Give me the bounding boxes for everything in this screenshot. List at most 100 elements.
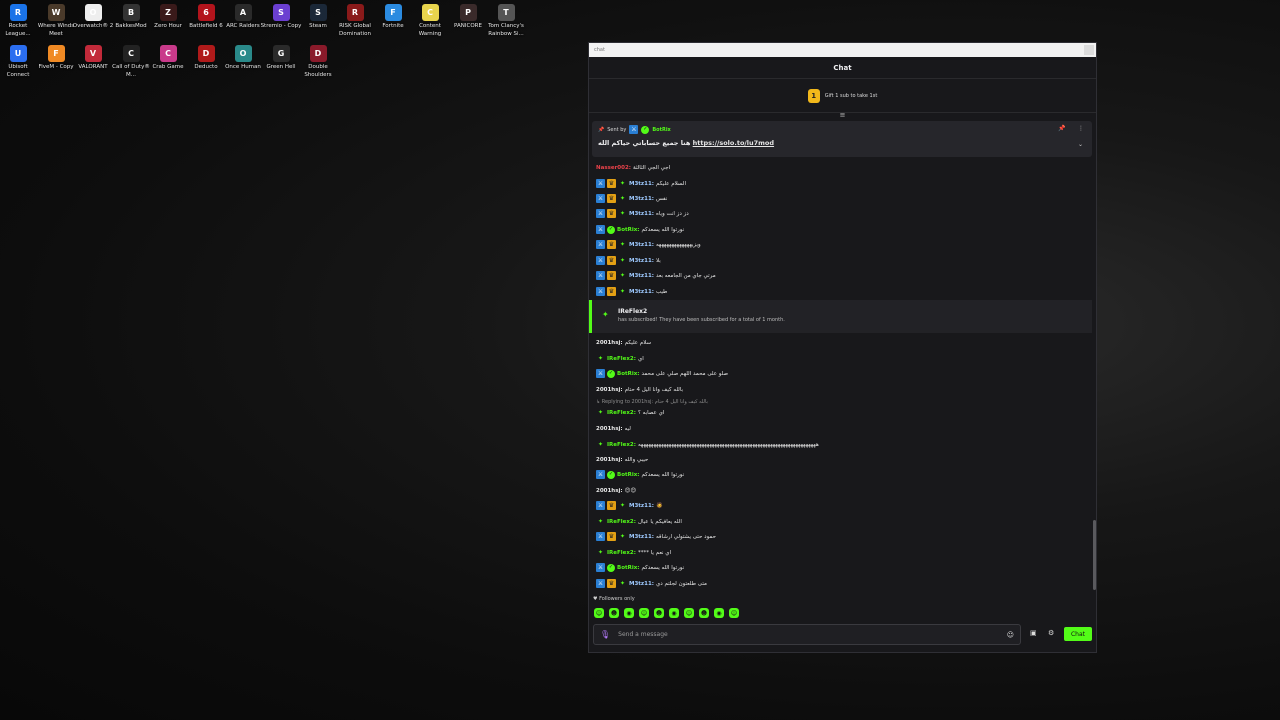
chat-username[interactable]: M3tz11: [629, 211, 654, 217]
desktop-icon[interactable]: C Call of Duty® M... [112, 45, 150, 79]
desktop-icon[interactable]: C Crab Game [149, 45, 187, 72]
microphone-icon[interactable]: 🎙 [600, 630, 610, 639]
reply-preview[interactable]: ↳ Replying to 2001hsj: بالله كيف وانا ال… [596, 399, 708, 405]
desktop-icon[interactable]: F Fortnite [374, 4, 412, 31]
chat-username[interactable]: M3tz11: [629, 289, 654, 295]
emote-icon[interactable]: ◉ [714, 608, 724, 618]
desktop-icon-label: Call of Duty® M... [112, 64, 150, 78]
app-icon: W [47, 4, 65, 21]
chat-username[interactable]: 2001hsj: [596, 340, 623, 346]
emote-icon[interactable]: ◉ [669, 608, 679, 618]
desktop-icon[interactable]: R Rocket League... [0, 4, 37, 38]
emote-icon[interactable]: ☺ [729, 608, 739, 618]
quick-emotes: ☺ ☻ ◉ ☺ ☻ ◉ ☺ ☻ ◉ ☺ [594, 608, 739, 618]
pinned-link[interactable]: https://solo.to/lu7mod [693, 139, 774, 147]
chat-username[interactable]: M3tz11: [629, 181, 654, 187]
pin-toggle-icon[interactable]: 📌 [1058, 125, 1065, 132]
desktop-icon-label: Content Warning [418, 23, 442, 37]
chat-username[interactable]: BotRix: [617, 472, 639, 478]
desktop-icon[interactable]: V VALORANT [74, 45, 112, 72]
chat-text: سلام عليكم [624, 339, 652, 346]
more-options-icon[interactable]: ⋮ [1078, 125, 1084, 132]
desktop-icon[interactable]: F FiveM - Copy [37, 45, 75, 72]
emote-icon[interactable]: ☻ [699, 608, 709, 618]
desktop-icon[interactable]: C Content Warning [411, 4, 449, 38]
gift-leaderboard[interactable]: 1 Gift 1 sub to take 1st ≡ [589, 79, 1096, 119]
chat-message: ⚔ ♛ ✦ M3tz11: مرتي جاي من الجامعه بعد [596, 270, 716, 281]
desktop-icon[interactable]: S Steam [299, 4, 337, 31]
pinned-text: https://solo.to/lu7mod هنا جميع حساباتي … [598, 139, 1086, 147]
desktop-icon[interactable]: W Where Winds Meet [37, 4, 75, 38]
desktop-icons: R Rocket League... W Where Winds Meet O Overw… [0, 0, 540, 90]
chat-username[interactable]: IReFlex2: [607, 519, 636, 525]
chat-message: 2001hsj: 😊😊 [596, 485, 636, 496]
chat-username[interactable]: BotRix: [617, 565, 639, 571]
chat-username[interactable]: 2001hsj: [596, 457, 623, 463]
chat-text: 🧔 [655, 502, 663, 509]
send-chat-button[interactable]: Chat [1064, 627, 1092, 641]
message-input[interactable] [618, 631, 999, 638]
desktop-icon[interactable]: P PANICORE [449, 4, 487, 31]
desktop-icon[interactable]: D Deducto [187, 45, 225, 72]
chat-message: ✦ IReFlex2: اي [596, 353, 644, 364]
moderator-badge-icon: ⚔ [596, 470, 605, 479]
desktop-icon[interactable]: Z Zero Hour [149, 4, 187, 31]
desktop-icon[interactable]: A ARC Raiders [224, 4, 262, 31]
desktop-icon[interactable]: O Overwatch® 2 [73, 4, 113, 31]
close-icon[interactable] [1084, 45, 1094, 55]
desktop-icon[interactable]: 6 Battlefield 6 [187, 4, 225, 31]
emote-icon[interactable]: ☺ [594, 608, 604, 618]
emote-icon[interactable]: ☻ [654, 608, 664, 618]
chat-username[interactable]: IReFlex2: [607, 442, 636, 448]
emote-icon[interactable]: ☻ [609, 608, 619, 618]
chevron-down-icon[interactable]: ⌄ [1078, 141, 1083, 148]
chat-username[interactable]: M3tz11: [629, 196, 654, 202]
chat-text: حمود حتى يشتولي ارشاقه [655, 533, 716, 540]
desktop-icon[interactable]: U Ubisoft Connect [0, 45, 37, 79]
chat-username[interactable]: M3tz11: [629, 242, 654, 248]
desktop-icon[interactable]: T Tom Clancy's Rainbow Si... [487, 4, 525, 38]
chat-message: ⚔ ♛ ✦ M3tz11: ويزيهههههههههههههه [596, 239, 701, 250]
emoji-picker-icon[interactable]: ☺ [1007, 631, 1014, 639]
subscriber-name[interactable]: IReFlex2 [618, 308, 1082, 315]
chat-username[interactable]: M3tz11: [629, 273, 654, 279]
chat-username[interactable]: BotRix: [617, 227, 639, 233]
chat-username[interactable]: IReFlex2: [607, 410, 636, 416]
pinned-sender[interactable]: BotRix [652, 127, 670, 133]
expand-chevron-icon[interactable]: ≡ [589, 112, 1096, 119]
chat-scrollbar[interactable] [1093, 520, 1096, 590]
desktop-icon[interactable]: O Once Human [224, 45, 262, 72]
app-icon: A [234, 4, 252, 21]
app-icon: 6 [197, 4, 215, 21]
chat-username[interactable]: M3tz11: [629, 534, 654, 540]
chat-username[interactable]: M3tz11: [629, 581, 654, 587]
desktop-icon[interactable]: R RISK Global Domination [336, 4, 374, 38]
chat-username[interactable]: M3tz11: [629, 258, 654, 264]
chat-username[interactable]: 2001hsj: [596, 387, 623, 393]
chat-username[interactable]: IReFlex2: [607, 356, 636, 362]
store-icon[interactable]: ▣ [1030, 629, 1037, 637]
subscriber-badge-icon: ✦ [619, 533, 626, 540]
chat-username[interactable]: Nasser002: [596, 165, 631, 171]
chat-username[interactable]: M3tz11: [629, 503, 654, 509]
emote-icon[interactable]: ☺ [684, 608, 694, 618]
desktop-icon[interactable]: D Double Shoulders [299, 45, 337, 79]
gift-text: Gift 1 sub to take 1st [824, 92, 878, 99]
chat-username[interactable]: 2001hsj: [596, 426, 623, 432]
chat-username[interactable]: 2001hsj: [596, 488, 623, 494]
emote-icon[interactable]: ◉ [624, 608, 634, 618]
chat-message: ⚔ ♛ ✦ M3tz11: دز دز انت وياه [596, 208, 689, 219]
chat-text: حيبي والله [624, 456, 649, 463]
desktop-icon-label: Battlefield 6 [189, 23, 223, 29]
desktop-icon[interactable]: B BakkesMod [112, 4, 150, 31]
verified-badge-icon: ✓ [607, 563, 615, 572]
chat-username[interactable]: IReFlex2: [607, 550, 636, 556]
window-title: chat [594, 47, 605, 53]
subscriber-badge-icon: ✦ [597, 355, 604, 362]
emote-icon[interactable]: ☺ [639, 608, 649, 618]
chat-username[interactable]: BotRix: [617, 371, 639, 377]
gear-icon[interactable]: ⚙ [1048, 629, 1054, 637]
desktop-icon[interactable]: G Green Hell [262, 45, 300, 72]
window-titlebar[interactable]: chat [589, 43, 1096, 57]
desktop-icon[interactable]: S Stremio - Copy [261, 4, 301, 31]
